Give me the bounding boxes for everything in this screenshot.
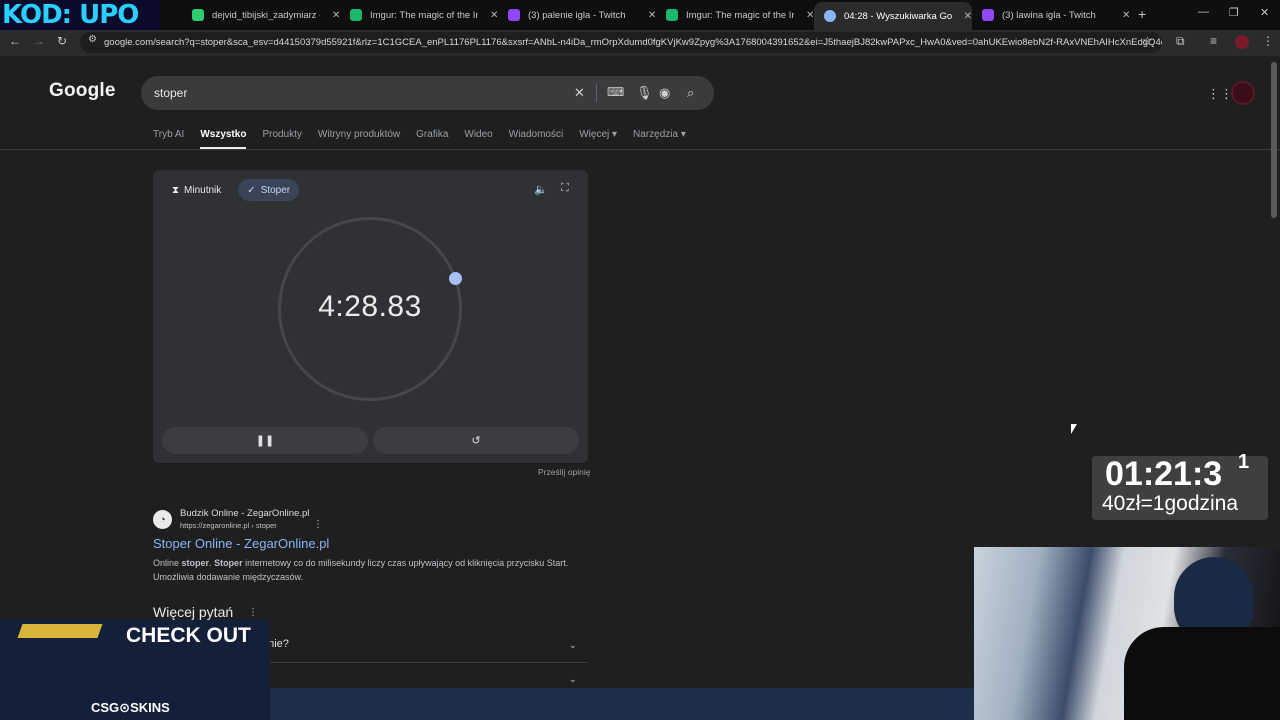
search-box[interactable]: stoper ✕ ⌨ 🎙 ◉ ⌕ [141, 76, 714, 110]
stream-banner: KOD: UPO [0, 0, 160, 30]
reset-icon: ↺ [471, 435, 481, 447]
header-divider [0, 149, 1280, 150]
reload-icon[interactable]: ↻ [57, 34, 67, 48]
tab-close-icon[interactable]: ✕ [964, 11, 972, 22]
search-input[interactable]: stoper [154, 86, 187, 100]
tab-title: Imgur: The magic of the Interne [370, 9, 478, 21]
ad-brand: CSG⊙SKINS [91, 700, 170, 715]
tab-ai-mode[interactable]: Tryb AI [153, 129, 184, 149]
tab-tools[interactable]: Narzędzia ▾ [633, 129, 686, 149]
timer-mode-label: Minutnik [184, 184, 222, 196]
browser-tab[interactable]: Imgur: The magic of the Interne ✕ [656, 4, 814, 26]
keyboard-icon[interactable]: ⌨ [607, 85, 624, 99]
browser-menu-icon[interactable]: ⋮ [1262, 34, 1274, 48]
minimize-icon[interactable]: — [1198, 6, 1209, 18]
progress-dot [449, 272, 462, 285]
browser-tab[interactable]: dejvid_tibijski_zadymiarz - Wat ✕ [182, 4, 340, 26]
timer-mode-button[interactable]: ⧗ Minutnik [163, 179, 230, 201]
search-divider [596, 84, 597, 102]
tab-favicon-icon [192, 9, 204, 21]
clear-icon[interactable]: ✕ [574, 85, 585, 101]
tab-videos[interactable]: Wideo [464, 129, 492, 149]
microphone-icon[interactable]: 🎙 [636, 85, 653, 101]
extensions-icon[interactable]: ⧉ [1176, 34, 1185, 49]
feedback-link[interactable]: Prześlij opinię [538, 467, 590, 477]
tab-title: 04:28 - Wyszukiwarka Google [844, 10, 952, 22]
stopwatch-time: 4:28.83 [318, 290, 422, 323]
snippet-bold: stoper [181, 558, 210, 568]
tab-title: dejvid_tibijski_zadymiarz - Wat [212, 9, 320, 21]
tab-product-sites[interactable]: Witryny produktów [318, 129, 400, 149]
ad-title: CHECK OUT [126, 624, 251, 647]
banner-text: KOD: UPO [2, 0, 139, 30]
search-icon[interactable]: ⌕ [687, 85, 694, 101]
back-icon[interactable]: ← [9, 34, 21, 48]
page-scrollbar[interactable] [1271, 62, 1277, 218]
chevron-down-icon[interactable]: ⌄ [569, 640, 577, 651]
mouse-cursor [1071, 424, 1077, 434]
google-logo[interactable]: Google [49, 80, 116, 102]
subathon-timer-superscript: 1 [1238, 451, 1250, 473]
chevron-down-icon[interactable]: ⌄ [569, 674, 577, 685]
streamer-body [1124, 627, 1280, 720]
fullscreen-icon[interactable]: ⛶ [561, 182, 569, 195]
browser-tab[interactable]: (3) lawina igla - Twitch ✕ [972, 4, 1130, 26]
pause-icon: ❚❚ [255, 435, 275, 447]
result-title-link[interactable]: Stoper Online - ZegarOnline.pl [153, 536, 329, 551]
forward-icon[interactable]: → [33, 34, 45, 48]
tab-close-icon[interactable]: ✕ [1122, 10, 1130, 21]
tab-more[interactable]: Więcej ▾ [579, 129, 617, 149]
sound-icon[interactable]: 🔈 [534, 183, 548, 196]
tab-favicon-icon [666, 9, 678, 21]
result-menu-icon[interactable]: ⋮ [313, 519, 323, 530]
account-avatar[interactable] [1231, 81, 1255, 105]
mode-switch: ⧗ Minutnik ✓ Stoper [163, 179, 300, 201]
browser-tab[interactable]: (3) palenie igla - Twitch ✕ [498, 4, 656, 26]
new-tab-icon[interactable]: + [1138, 6, 1146, 22]
tab-favicon-icon [982, 9, 994, 21]
subathon-rate: 40zł=1godzina [1102, 492, 1239, 515]
snippet-text: Online [153, 558, 182, 568]
tab-products[interactable]: Produkty [262, 129, 301, 149]
check-icon: ✓ [247, 184, 256, 196]
profile-avatar[interactable] [1235, 35, 1249, 49]
tab-title: Imgur: The magic of the Interne [686, 9, 794, 21]
result-url[interactable]: https://zegaronline.pl › stoper [180, 521, 277, 530]
stopwatch-mode-button[interactable]: ✓ Stoper [238, 179, 300, 201]
hourglass-icon: ⧗ [172, 184, 180, 196]
reset-button[interactable]: ↺ [373, 427, 579, 454]
pause-button[interactable]: ❚❚ [162, 427, 368, 454]
address-bar[interactable]: google.com/search?q=stoper&sca_esv=d4415… [80, 32, 1162, 53]
tab-images[interactable]: Grafika [416, 129, 448, 149]
browser-tab-active[interactable]: 04:28 - Wyszukiwarka Google ✕ [814, 2, 972, 30]
lens-icon[interactable]: ◉ [659, 85, 670, 101]
ad-graphic [17, 624, 103, 638]
media-icon[interactable]: ≡ [1210, 34, 1217, 48]
maximize-icon[interactable]: ❐ [1229, 6, 1239, 19]
tab-news[interactable]: Wiadomości [509, 129, 563, 149]
tab-favicon-icon [350, 9, 362, 21]
stopwatch-widget: ⧗ Minutnik ✓ Stoper 🔈 ⛶ 4:28.83 ❚❚ ↺ [153, 170, 588, 463]
stopwatch-mode-label: Stoper [260, 184, 291, 196]
tab-all[interactable]: Wszystko [200, 129, 247, 150]
address-url: google.com/search?q=stoper&sca_esv=d4415… [104, 37, 1162, 48]
stream-bottom-strip [270, 688, 974, 720]
bookmark-star-icon[interactable]: ☆ [1142, 34, 1153, 48]
snippet-bold: Stoper [214, 558, 243, 568]
people-also-ask-heading: Więcej pytań [153, 604, 234, 620]
paa-menu-icon[interactable]: ⋮ [248, 607, 258, 618]
browser-tab[interactable]: Imgur: The magic of the Interne ✕ [340, 4, 498, 26]
tab-favicon-icon [508, 9, 520, 21]
site-info-icon[interactable]: ⚙ [88, 34, 97, 45]
result-favicon-icon: ◔ [153, 510, 172, 529]
webcam-feed [974, 547, 1280, 720]
subathon-timer: 01:21:3 [1105, 455, 1223, 493]
result-site-name[interactable]: Budzik Online - ZegarOnline.pl [180, 508, 309, 519]
tab-title: (3) lawina igla - Twitch [1002, 9, 1096, 21]
tab-title: (3) palenie igla - Twitch [528, 9, 626, 21]
tab-favicon-icon [824, 10, 836, 22]
close-window-icon[interactable]: ✕ [1260, 6, 1269, 19]
result-snippet: Online stoper. Stoper internetowy co do … [153, 556, 593, 584]
search-tabs: Tryb AI Wszystko Produkty Witryny produk… [153, 129, 686, 150]
